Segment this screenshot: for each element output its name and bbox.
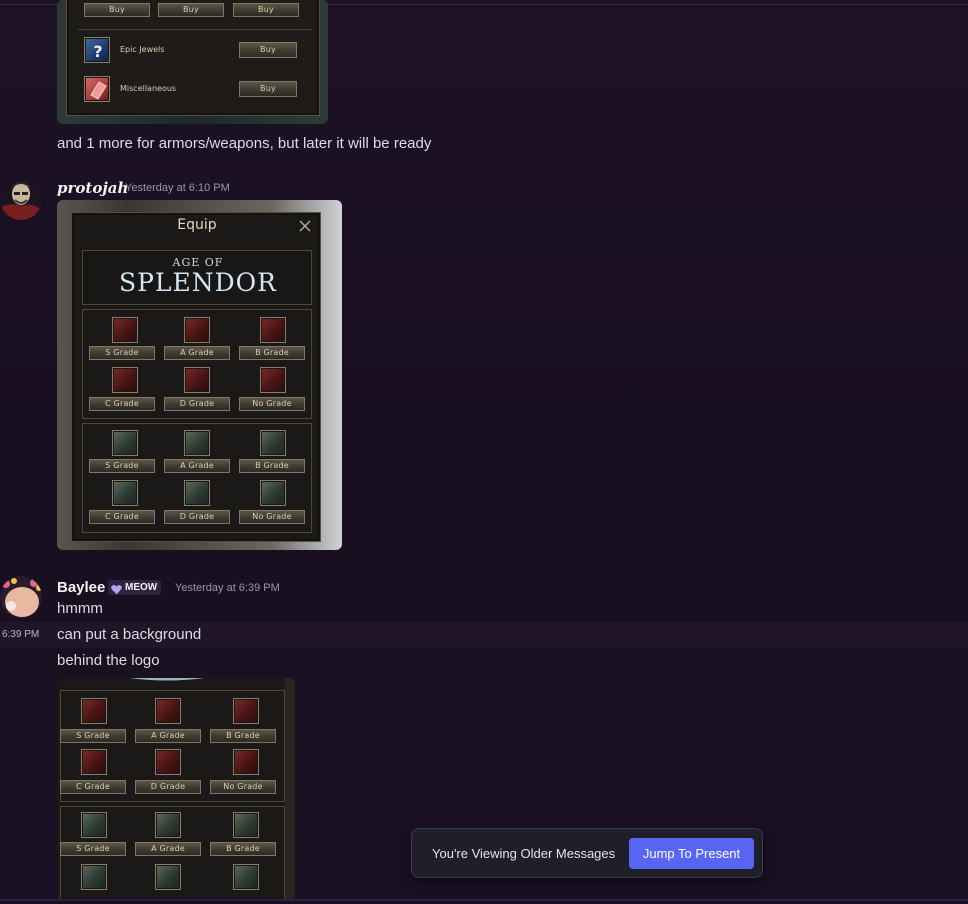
weapon-icon[interactable]: [155, 698, 181, 724]
message-text: behind the logo: [57, 652, 160, 669]
armor-icon[interactable]: [112, 430, 138, 456]
weapon-icon[interactable]: [260, 367, 286, 393]
divider: [0, 899, 968, 901]
role-tag-label: MEOW: [125, 582, 158, 593]
equip-panel-image[interactable]: Equip AGE OF SPLENDOR S Grade A Grade B …: [57, 200, 342, 550]
message-text: and 1 more for armors/weapons, but later…: [57, 135, 432, 152]
buy-button[interactable]: Buy: [239, 42, 297, 58]
armor-icon[interactable]: [184, 430, 210, 456]
buy-button[interactable]: Buy: [239, 81, 297, 97]
chat-message-list[interactable]: Buy Buy Buy ? Epic Jewels Buy Miscellane…: [0, 0, 968, 904]
armor-icon[interactable]: [155, 812, 181, 838]
grade-button[interactable]: A Grade: [135, 842, 201, 856]
grade-button[interactable]: A Grade: [164, 346, 230, 360]
weapon-icon[interactable]: [184, 367, 210, 393]
user-avatar-icon: [0, 182, 42, 220]
avatar[interactable]: [0, 576, 42, 618]
grade-button[interactable]: S Grade: [60, 842, 126, 856]
shop-frame: Buy Buy Buy ? Epic Jewels Buy Miscellane…: [66, 0, 320, 116]
armor-icon[interactable]: [260, 480, 286, 506]
grade-button[interactable]: D Grade: [164, 510, 230, 524]
older-messages-bar: You're Viewing Older Messages Jump To Pr…: [411, 828, 763, 878]
grade-button[interactable]: No Grade: [210, 780, 276, 794]
logo-fragment: [97, 678, 237, 682]
question-mark-jewel-icon: ?: [84, 37, 110, 63]
weapon-icon[interactable]: [260, 317, 286, 343]
grade-button[interactable]: No Grade: [239, 397, 305, 411]
grade-button[interactable]: B Grade: [239, 346, 305, 360]
crystal-icon: [84, 76, 110, 102]
grade-button[interactable]: B Grade: [239, 459, 305, 473]
weapon-icon[interactable]: [184, 317, 210, 343]
message-text: can put a background: [57, 626, 202, 643]
armor-icon[interactable]: [184, 480, 210, 506]
grade-button[interactable]: S Grade: [60, 729, 126, 743]
equip-panel-crop-image[interactable]: S Grade A Grade B Grade C Grade D Grade …: [57, 678, 295, 900]
grade-button[interactable]: B Grade: [210, 729, 276, 743]
logo-title: SPLENDOR: [118, 268, 278, 297]
timestamp[interactable]: Yesterday at 6:10 PM: [125, 182, 230, 194]
weapon-icon[interactable]: [233, 749, 259, 775]
message-text: hmmm: [57, 600, 103, 617]
armor-icon[interactable]: [81, 864, 107, 890]
grade-button[interactable]: A Grade: [164, 459, 230, 473]
armor-icon[interactable]: [260, 430, 286, 456]
shop-item-label: Epic Jewels: [120, 45, 165, 54]
grade-button[interactable]: C Grade: [60, 780, 126, 794]
grade-button[interactable]: S Grade: [89, 346, 155, 360]
grade-button[interactable]: A Grade: [135, 729, 201, 743]
svg-text:?: ?: [93, 42, 102, 61]
armor-icon[interactable]: [112, 480, 138, 506]
panel-edge: [285, 678, 295, 900]
avatar[interactable]: [0, 178, 42, 220]
weapon-icon[interactable]: [112, 367, 138, 393]
armor-icon[interactable]: [233, 864, 259, 890]
weapon-icon[interactable]: [155, 749, 181, 775]
grade-button[interactable]: C Grade: [89, 510, 155, 524]
grade-button[interactable]: No Grade: [239, 510, 305, 524]
older-messages-text: You're Viewing Older Messages: [432, 846, 616, 861]
weapon-icon[interactable]: [233, 698, 259, 724]
weapon-icon[interactable]: [112, 317, 138, 343]
divider: [78, 29, 312, 30]
buy-button[interactable]: Buy: [158, 3, 224, 17]
armor-icon[interactable]: [155, 864, 181, 890]
weapon-icon[interactable]: [81, 749, 107, 775]
armor-icon[interactable]: [233, 812, 259, 838]
user-avatar-icon: [2, 578, 42, 617]
window-title: Equip: [177, 217, 217, 233]
grade-button[interactable]: B Grade: [210, 842, 276, 856]
grade-button[interactable]: D Grade: [135, 780, 201, 794]
grade-button[interactable]: S Grade: [89, 459, 155, 473]
shop-item-label: Miscellaneous: [120, 84, 177, 93]
grade-button[interactable]: D Grade: [164, 397, 230, 411]
buy-button[interactable]: Buy: [84, 3, 150, 17]
hover-timestamp: 6:39 PM: [2, 629, 40, 640]
shop-panel-image[interactable]: Buy Buy Buy ? Epic Jewels Buy Miscellane…: [57, 0, 328, 124]
timestamp[interactable]: Yesterday at 6:39 PM: [175, 582, 280, 594]
heart-icon: [111, 582, 122, 595]
close-icon[interactable]: [298, 219, 312, 233]
weapon-icon[interactable]: [81, 698, 107, 724]
buy-button[interactable]: Buy: [233, 3, 299, 17]
grade-button[interactable]: C Grade: [89, 397, 155, 411]
armor-icon[interactable]: [81, 812, 107, 838]
logo-banner: AGE OF SPLENDOR: [82, 250, 312, 305]
jump-to-present-button[interactable]: Jump To Present: [629, 838, 754, 869]
role-tag[interactable]: MEOW: [108, 580, 162, 595]
equip-window: Equip AGE OF SPLENDOR S Grade A Grade B …: [71, 212, 321, 542]
username[interactable]: Baylee: [57, 579, 105, 596]
username[interactable]: protojah: [57, 179, 128, 197]
